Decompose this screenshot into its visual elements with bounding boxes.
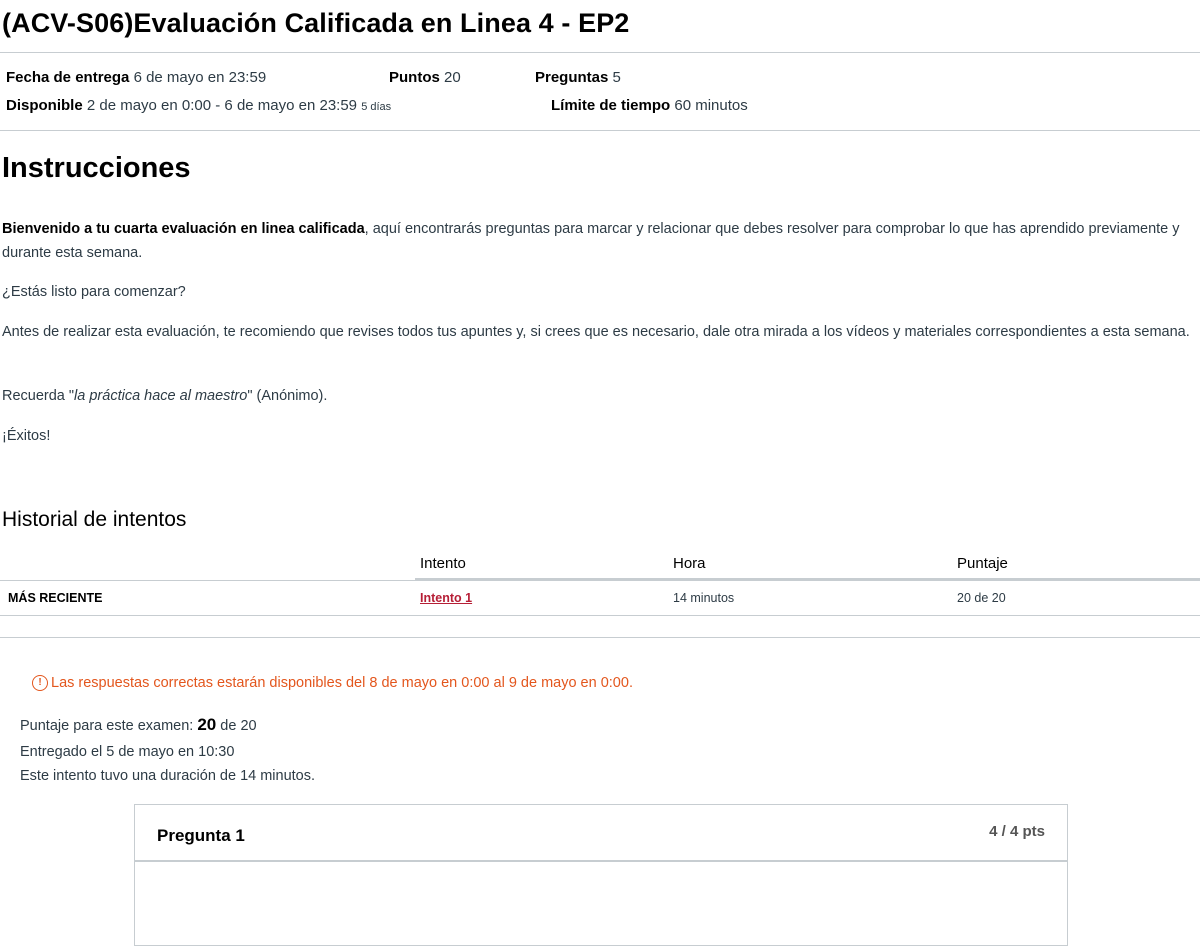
meta-divider	[0, 130, 1200, 131]
most-recent-label: MÁS RECIENTE	[8, 591, 103, 605]
question-points: 4 / 4 pts	[989, 823, 1045, 840]
score-prefix: Puntaje para este examen:	[20, 718, 198, 734]
question-card: Pregunta 1 4 / 4 pts	[134, 804, 1068, 946]
table-header-divider	[0, 580, 1200, 581]
time-limit: Límite de tiempo 60 minutos	[551, 97, 748, 114]
column-header-score: Puntaje	[957, 555, 1008, 572]
questions-count: Preguntas 5	[535, 69, 621, 86]
instructions-title: Instrucciones	[2, 152, 191, 184]
column-header-attempt: Intento	[420, 555, 466, 572]
availability: Disponible 2 de mayo en 0:00 - 6 de mayo…	[6, 97, 391, 114]
attempt-duration: 14 minutos	[673, 591, 735, 605]
points-value: 20	[444, 69, 461, 86]
available-value: 2 de mayo en 0:00 - 6 de mayo en 23:59	[86, 97, 358, 114]
points: Puntos 20	[389, 69, 461, 86]
quote-text: la práctica hace al maestro	[74, 388, 248, 404]
instructions-paragraph-2: ¿Estás listo para comenzar?	[2, 284, 186, 300]
due-date: Fecha de entrega 6 de mayo en 23:59	[6, 69, 266, 86]
column-header-time: Hora	[673, 555, 706, 572]
points-label: Puntos	[389, 69, 440, 86]
attempt-duration-text: Este intento tuvo una duración de 14 min…	[20, 768, 316, 784]
title-divider	[0, 52, 1200, 53]
instructions-paragraph-5: ¡Éxitos!	[2, 428, 51, 444]
available-label: Disponible	[6, 97, 83, 114]
quote-prefix: Recuerda "	[2, 388, 75, 404]
question-title: Pregunta 1	[157, 826, 245, 845]
score-value: 20	[197, 715, 217, 734]
welcome-text: Bienvenido a tu cuarta evaluación en lin…	[2, 221, 365, 237]
quote-suffix: " (Anónimo).	[247, 388, 328, 404]
score-suffix: de 20	[216, 718, 257, 734]
attempt-1-link[interactable]: Intento 1	[420, 591, 472, 605]
table-bottom-divider	[0, 615, 1200, 616]
attempt-history-title: Historial de intentos	[2, 508, 187, 531]
exam-score: Puntaje para este examen: 20 de 20	[20, 715, 257, 735]
time-limit-label: Límite de tiempo	[551, 97, 671, 114]
page-title: (ACV-S06)Evaluación Calificada en Linea …	[2, 8, 630, 38]
available-days: 5 días	[361, 101, 392, 113]
notice-text: Las respuestas correctas estarán disponi…	[51, 675, 633, 691]
question-header: Pregunta 1 4 / 4 pts	[135, 805, 1067, 862]
questions-label: Preguntas	[535, 69, 609, 86]
attempt-score: 20 de 20	[957, 591, 1006, 605]
time-limit-value: 60 minutos	[674, 97, 748, 114]
instructions-paragraph-3: Antes de realizar esta evaluación, te re…	[2, 324, 1190, 340]
instructions-paragraph-1: Bienvenido a tu cuarta evaluación en lin…	[2, 217, 1192, 265]
due-label: Fecha de entrega	[6, 69, 130, 86]
section-divider	[0, 637, 1200, 638]
questions-value: 5	[612, 69, 621, 86]
submitted-date: Entregado el 5 de mayo en 10:30	[20, 744, 235, 760]
answers-availability-notice: ! Las respuestas correctas estarán dispo…	[32, 675, 633, 691]
due-value: 6 de mayo en 23:59	[133, 69, 267, 86]
warning-circle-icon: !	[32, 675, 48, 691]
instructions-paragraph-4: Recuerda "la práctica hace al maestro" (…	[2, 384, 1192, 408]
